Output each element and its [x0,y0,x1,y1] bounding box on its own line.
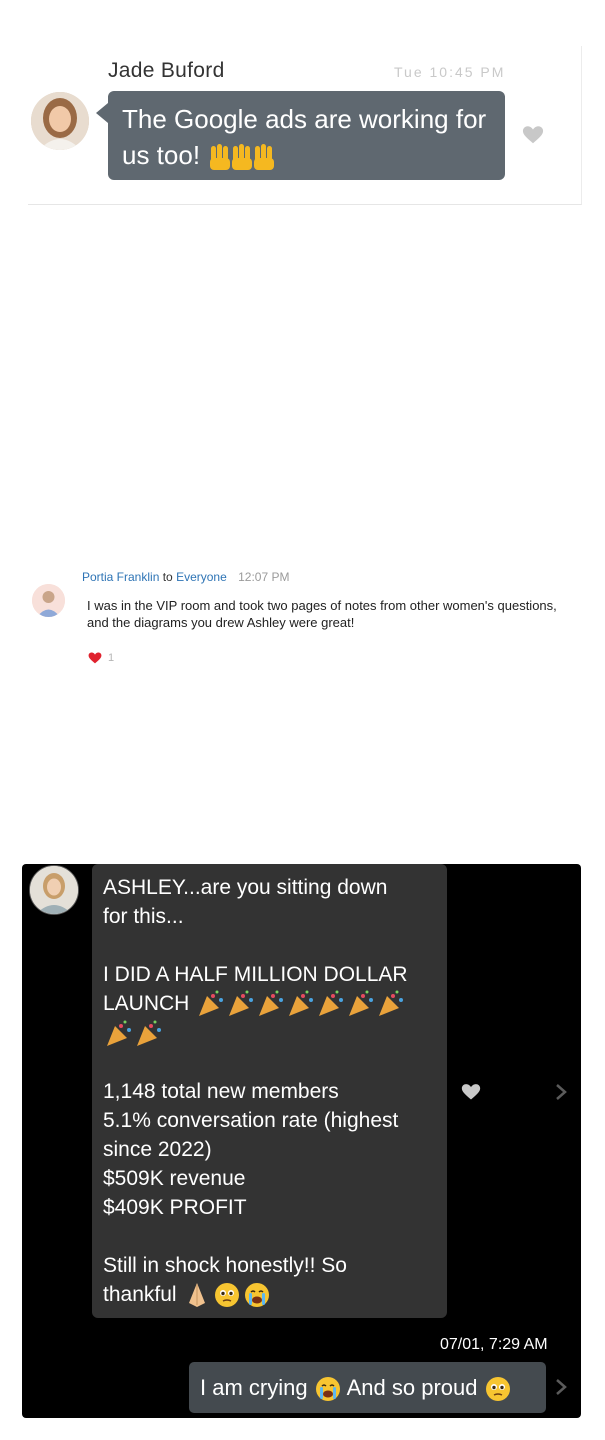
message-line-with-emoji: LAUNCH [103,989,436,1018]
avatar-photo [31,92,89,150]
sender-name: Jade Buford [108,59,225,82]
message-line: LAUNCH [103,992,190,1015]
avatar-photo [32,584,65,617]
pleading-face-icon [485,1377,510,1402]
message-line: for this... [103,905,184,928]
outgoing-text-part1: I am crying [200,1375,308,1400]
pray-smile-cry-icons [189,1283,270,1308]
message-line: Still in shock honestly!! So [103,1253,347,1277]
message-text: I was in the VIP room and took two pages… [87,598,557,630]
message-line [103,1048,436,1077]
avatar[interactable] [31,92,89,150]
message-line: I DID A HALF MILLION DOLLAR [103,963,408,986]
recipient-name[interactable]: Everyone [176,570,227,584]
message-line: $509K revenue [103,1166,246,1190]
reaction[interactable]: 1 [88,651,114,664]
outgoing-text-part2: And so proud [346,1375,478,1400]
message-header: Portia Franklin to Everyone 12:07 PM [82,570,290,584]
message-line: ASHLEY...are you sitting down [103,876,388,899]
dark-chat-panel: ASHLEY...are you sitting down for this..… [22,864,581,1418]
message-line-emoji-only [103,1018,436,1047]
message-timestamp: 07/01, 7:29 AM [440,1336,548,1353]
avatar-photo [30,866,78,914]
heart-icon [88,652,102,664]
sender-name[interactable]: Portia Franklin [82,570,159,584]
message-line: $409K PROFIT [103,1195,247,1219]
message-card-jade: Jade Buford Tue 10:45 PM The Google ads … [28,46,582,205]
message-card-portia: Portia Franklin to Everyone 12:07 PM I w… [30,566,580,676]
incoming-message-bubble[interactable]: ASHLEY...are you sitting down for this..… [92,864,447,1318]
message-bubble[interactable]: The Google ads are working for us too! [96,91,505,180]
message-text: The Google ads are working for us too! [122,104,487,170]
message-timestamp: Tue 10:45 PM [394,64,506,80]
party-popper-icons [199,990,404,1017]
chevron-right-icon[interactable] [555,1378,567,1396]
message-line [103,1222,436,1251]
to-label: to [162,570,173,584]
message-line: since 2022) [103,1137,212,1161]
chevron-right-icon[interactable] [555,1083,567,1101]
message-time: 12:07 PM [238,570,290,584]
message-line: thankful [103,1282,177,1306]
heart-icon[interactable] [522,124,544,146]
message-line [103,931,436,960]
message-line: 5.1% conversation rate (highest [103,1108,399,1132]
avatar[interactable] [29,865,79,915]
loudly-crying-face-icon [315,1377,340,1402]
message-line: 1,148 total new members [103,1079,339,1103]
message-line-with-emoji: thankful [103,1280,436,1309]
avatar[interactable] [32,584,65,617]
raised-hands-icon [210,144,275,171]
party-popper-icons [107,1020,161,1046]
outgoing-message-bubble[interactable]: I am crying And so proud [189,1362,546,1413]
heart-icon[interactable] [461,1082,481,1102]
reaction-count: 1 [108,651,115,664]
